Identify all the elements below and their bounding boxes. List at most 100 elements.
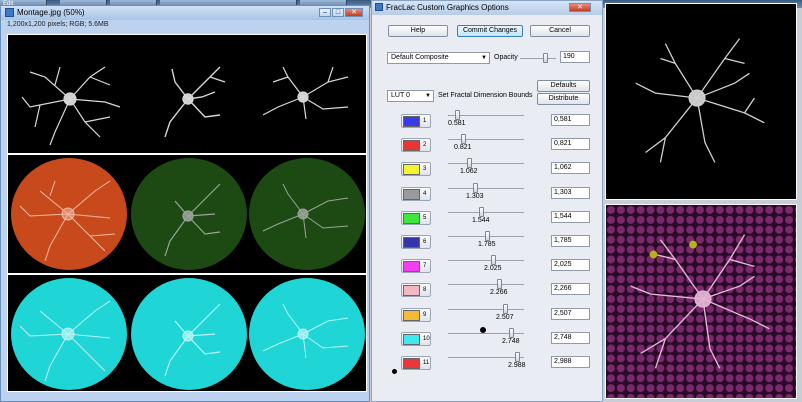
chevron-down-icon: ▼	[481, 55, 487, 61]
composite-select[interactable]: Default Composite ▼	[387, 52, 490, 64]
opacity-thumb[interactable]	[543, 53, 548, 63]
cursor-dot	[392, 369, 397, 374]
bound-field-8[interactable]: 2,266	[551, 283, 590, 295]
slider-value: 1.785	[478, 241, 496, 248]
montage-cell-cyan-1	[10, 276, 128, 392]
bound-field-11[interactable]: 2,988	[551, 356, 590, 368]
bound-slider-8[interactable]	[448, 277, 524, 291]
color-swatch-button-1[interactable]: 1	[401, 114, 431, 128]
color-swatch	[403, 285, 420, 296]
montage-window: Montage.jpg (50%) – □ ✕ 1,200x1,200 pixe…	[0, 5, 370, 402]
bound-field-10[interactable]: 2,748	[551, 332, 590, 344]
slider-thumb[interactable]	[455, 110, 460, 120]
color-swatch-button-10[interactable]: 10	[401, 332, 431, 346]
color-swatch-button-7[interactable]: 7	[401, 259, 431, 273]
color-swatch-button-6[interactable]: 6	[401, 235, 431, 249]
color-swatch-button-11[interactable]: 11	[401, 356, 431, 370]
slider-track	[448, 188, 524, 189]
montage-cell-white-2	[130, 37, 248, 153]
color-swatch	[403, 334, 420, 345]
help-button[interactable]: Help	[388, 25, 448, 37]
slider-thumb[interactable]	[503, 304, 508, 314]
slider-track	[448, 163, 524, 164]
defaults-button[interactable]: Defaults	[537, 80, 590, 92]
color-swatch	[403, 189, 420, 200]
slider-track	[448, 309, 524, 310]
swatch-number: 9	[423, 312, 427, 318]
bound-field-2[interactable]: 0,821	[551, 138, 590, 150]
slider-thumb[interactable]	[485, 231, 490, 241]
dialog-title: FracLac Custom Graphics Options	[386, 3, 509, 12]
swatch-number: 11	[423, 360, 430, 366]
opacity-field[interactable]: 190	[560, 51, 590, 63]
color-swatch	[403, 237, 420, 248]
slider-value: 0.821	[454, 144, 472, 151]
color-swatch-button-3[interactable]: 3	[401, 162, 431, 176]
result-image-panel[interactable]	[605, 3, 797, 200]
montage-canvas[interactable]	[7, 34, 367, 392]
opacity-label: Opacity	[494, 54, 518, 61]
slider-thumb[interactable]	[467, 158, 472, 168]
swatch-number: 10	[423, 336, 430, 342]
color-swatch-button-8[interactable]: 8	[401, 283, 431, 297]
swatch-number: 1	[423, 118, 427, 124]
minimize-button[interactable]: –	[319, 8, 331, 17]
slider-value: 2.988	[508, 362, 526, 369]
slider-thumb[interactable]	[515, 352, 520, 362]
slider-value: 2.507	[496, 314, 514, 321]
slider-value: 1.303	[466, 193, 484, 200]
row-separator	[8, 273, 366, 275]
color-swatch-button-4[interactable]: 4	[401, 187, 431, 201]
slider-value: 2.748	[502, 338, 520, 345]
color-swatch-button-2[interactable]: 2	[401, 138, 431, 152]
fraclac-dialog: FracLac Custom Graphics Options ✕ Help C…	[371, 0, 603, 402]
slider-track	[448, 357, 524, 358]
slider-thumb[interactable]	[473, 183, 478, 193]
slider-thumb[interactable]	[491, 255, 496, 265]
color-swatch-button-9[interactable]: 9	[401, 308, 431, 322]
image-info: 1,200x1,200 pixels; RGB; 5.6MB	[7, 21, 109, 28]
slider-track	[448, 139, 524, 140]
dialog-titlebar[interactable]: FracLac Custom Graphics Options ✕	[372, 1, 602, 15]
distribute-button[interactable]: Distribute	[537, 93, 590, 105]
dialog-close-button[interactable]: ✕	[569, 3, 591, 12]
montage-cell-cyan-3	[248, 276, 366, 392]
bound-field-6[interactable]: 1,785	[551, 235, 590, 247]
swatch-number: 6	[423, 239, 427, 245]
bound-field-5[interactable]: 1,544	[551, 211, 590, 223]
slider-thumb[interactable]	[509, 328, 514, 338]
lut-select[interactable]: LUT 0 ▼	[387, 90, 434, 102]
slider-value: 0.581	[448, 120, 466, 127]
slider-thumb[interactable]	[479, 207, 484, 217]
bound-field-1[interactable]: 0,581	[551, 114, 590, 126]
close-button[interactable]: ✕	[345, 8, 363, 17]
slider-thumb[interactable]	[461, 134, 466, 144]
slider-value: 2.025	[484, 265, 502, 272]
bound-field-9[interactable]: 2,507	[551, 308, 590, 320]
fractal-grid-panel[interactable]	[605, 204, 797, 399]
montage-titlebar[interactable]: Montage.jpg (50%) – □ ✕	[1, 6, 369, 20]
cursor-dot	[480, 327, 486, 333]
montage-cell-orange	[10, 156, 128, 272]
bound-slider-4[interactable]	[448, 181, 524, 195]
montage-title: Montage.jpg (50%)	[17, 8, 85, 17]
color-swatch	[403, 261, 420, 272]
color-swatch-button-5[interactable]: 5	[401, 211, 431, 225]
maximize-button[interactable]: □	[332, 8, 344, 17]
opacity-track	[520, 58, 556, 59]
opacity-slider[interactable]	[520, 51, 556, 65]
slider-value: 1.062	[460, 168, 478, 175]
slider-thumb[interactable]	[497, 279, 502, 289]
slider-track	[448, 284, 524, 285]
commit-changes-button[interactable]: Commit Changes	[457, 25, 523, 37]
bound-field-3[interactable]: 1,062	[551, 162, 590, 174]
cancel-button[interactable]: Cancel	[530, 25, 590, 37]
montage-cell-white-1	[10, 37, 128, 153]
swatch-number: 7	[423, 263, 427, 269]
lut-value: LUT 0	[391, 92, 410, 99]
image-window-icon	[5, 8, 14, 17]
bound-field-4[interactable]: 1,303	[551, 187, 590, 199]
bound-field-7[interactable]: 2,025	[551, 259, 590, 271]
color-swatch	[403, 358, 420, 369]
color-swatch	[403, 213, 420, 224]
